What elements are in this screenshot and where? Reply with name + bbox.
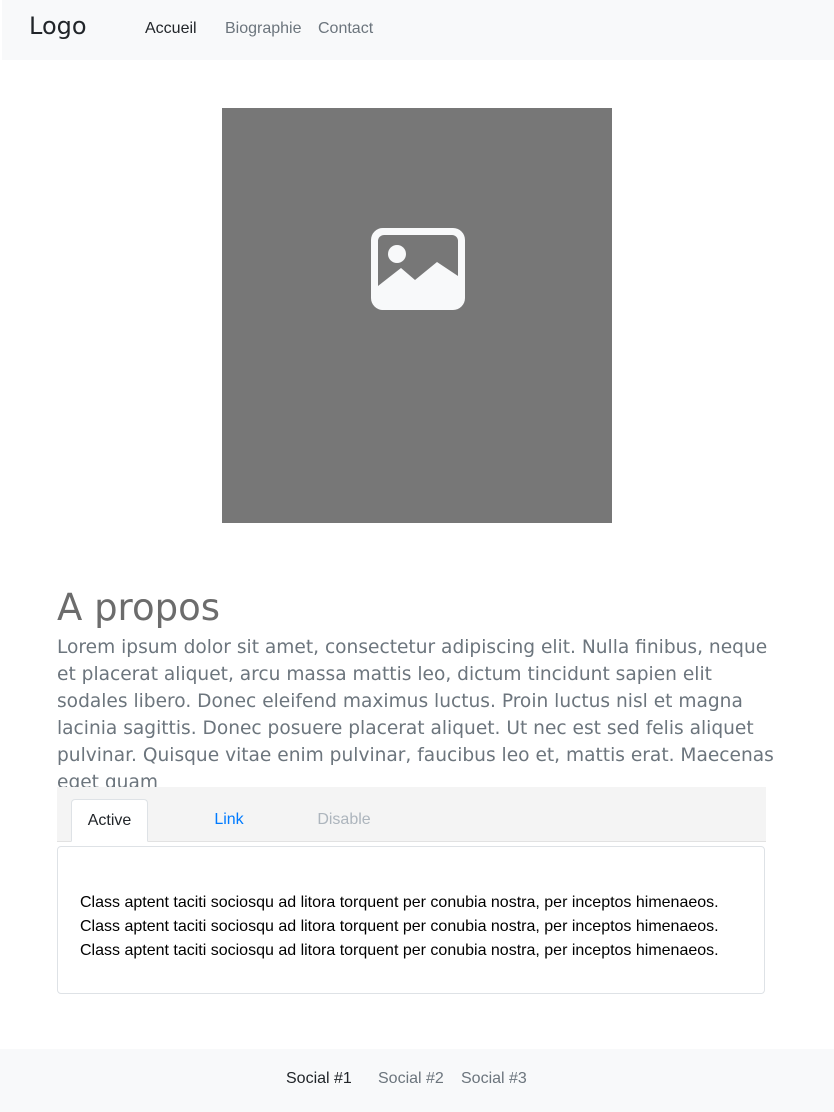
navbar: Logo Accueil Biographie Contact bbox=[2, 0, 834, 60]
nav-link-contact[interactable]: Contact bbox=[318, 20, 373, 38]
tab-panel-line: Class aptent taciti sociosqu ad litora t… bbox=[80, 942, 719, 959]
footer: Social #1 Social #2 Social #3 bbox=[0, 1049, 834, 1112]
tab-disabled: Disable bbox=[317, 811, 371, 828]
hero-image-placeholder bbox=[222, 108, 612, 523]
footer-link-social-3[interactable]: Social #3 bbox=[461, 1070, 527, 1088]
tab-panel-line: Class aptent taciti sociosqu ad litora t… bbox=[80, 894, 719, 911]
tab-link[interactable]: Link bbox=[213, 799, 245, 842]
image-icon bbox=[371, 228, 465, 310]
tabs-bar: Active Link Disable bbox=[57, 787, 766, 842]
tab-panel-line: Class aptent taciti sociosqu ad litora t… bbox=[80, 918, 719, 935]
about-text: Lorem ipsum dolor sit amet, consectetur … bbox=[57, 637, 774, 793]
tab-active[interactable]: Active bbox=[71, 799, 148, 842]
footer-link-social-1[interactable]: Social #1 bbox=[286, 1070, 352, 1088]
footer-link-social-2[interactable]: Social #2 bbox=[378, 1070, 444, 1088]
nav-link-biographie[interactable]: Biographie bbox=[225, 20, 302, 38]
nav-link-accueil[interactable]: Accueil bbox=[145, 20, 197, 38]
about-heading: A propos bbox=[57, 586, 220, 629]
tab-panel: Class aptent taciti sociosqu ad litora t… bbox=[57, 846, 765, 994]
brand-logo[interactable]: Logo bbox=[29, 12, 87, 40]
